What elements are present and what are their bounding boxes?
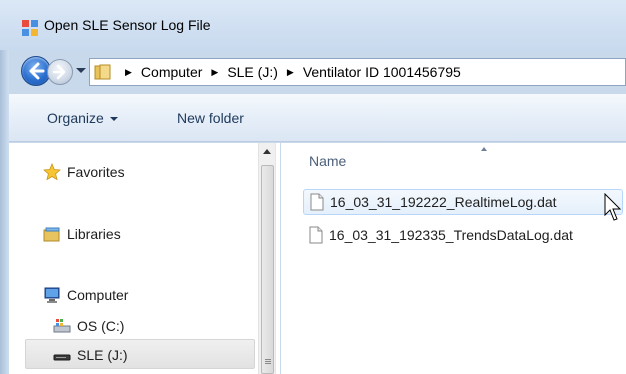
drive-os-icon [53,319,71,333]
recent-locations-dropdown[interactable] [76,68,86,73]
breadcrumb-separator-icon[interactable]: ▶ [287,67,294,78]
file-name: 16_03_31_192222_RealtimeLog.dat [330,194,557,210]
forward-button[interactable] [47,59,73,85]
forward-arrow-icon [52,64,66,80]
nav-item-os-drive[interactable]: OS (C:) [53,317,124,335]
navigation-scrollbar[interactable] [258,143,275,374]
open-file-dialog: Open SLE Sensor Log File ▶ Computer ▶ SL… [0,0,626,374]
sort-ascending-icon [481,147,487,151]
scroll-up-arrow-icon[interactable] [263,149,271,154]
file-name: 16_03_31_192335_TrendsDataLog.dat [329,227,573,243]
address-row: ▶ Computer ▶ SLE (J:) ▶ Ventilator ID 10… [9,50,626,94]
pane-splitter[interactable] [275,143,280,374]
nav-item-label: Libraries [67,226,121,242]
nav-item-label: Favorites [67,164,125,180]
mouse-cursor-icon [604,193,622,221]
window-border [0,0,9,374]
new-folder-button[interactable]: New folder [177,110,244,126]
breadcrumb-ventilator-folder[interactable]: Ventilator ID 1001456795 [303,64,461,80]
chevron-down-icon [109,117,118,122]
file-icon [310,193,324,211]
nav-item-sle-drive[interactable]: SLE (J:) [53,346,128,364]
folder-icon [94,64,111,80]
title-bar: Open SLE Sensor Log File [0,0,626,50]
column-header-name[interactable]: Name [309,153,346,169]
removable-drive-icon [53,354,71,361]
application-icon [22,20,38,36]
nav-item-libraries[interactable]: Libraries [43,225,121,243]
scrollbar-thumb[interactable] [261,165,274,374]
file-row[interactable]: 16_03_31_192222_RealtimeLog.dat [303,189,623,215]
grip-icon [265,359,271,360]
organize-label: Organize [47,110,104,126]
computer-icon [44,287,60,303]
star-icon [43,163,61,181]
organize-button[interactable]: Organize [47,110,118,126]
nav-item-label: OS (C:) [77,318,125,334]
navigation-pane: Favorites Libraries Computer OS (C:) SLE… [9,143,258,374]
command-toolbar: Organize New folder [9,94,626,142]
nav-item-label: Computer [67,287,129,303]
libraries-icon [43,227,60,242]
file-list: Name 16_03_31_192222_RealtimeLog.dat 16_… [281,143,626,374]
breadcrumb-computer[interactable]: Computer [141,64,202,80]
nav-item-label: SLE (J:) [77,347,128,363]
file-icon [309,226,323,244]
breadcrumb-sle-drive[interactable]: SLE (J:) [227,64,278,80]
window-title: Open SLE Sensor Log File [44,17,211,33]
nav-item-favorites[interactable]: Favorites [43,163,125,181]
address-bar[interactable]: ▶ Computer ▶ SLE (J:) ▶ Ventilator ID 10… [89,58,626,86]
file-row[interactable]: 16_03_31_192335_TrendsDataLog.dat [303,222,623,248]
breadcrumb-separator-icon[interactable]: ▶ [211,67,218,78]
breadcrumb: ▶ Computer ▶ SLE (J:) ▶ Ventilator ID 10… [116,59,461,85]
breadcrumb-separator-icon[interactable]: ▶ [125,67,132,78]
nav-item-computer[interactable]: Computer [43,286,128,304]
